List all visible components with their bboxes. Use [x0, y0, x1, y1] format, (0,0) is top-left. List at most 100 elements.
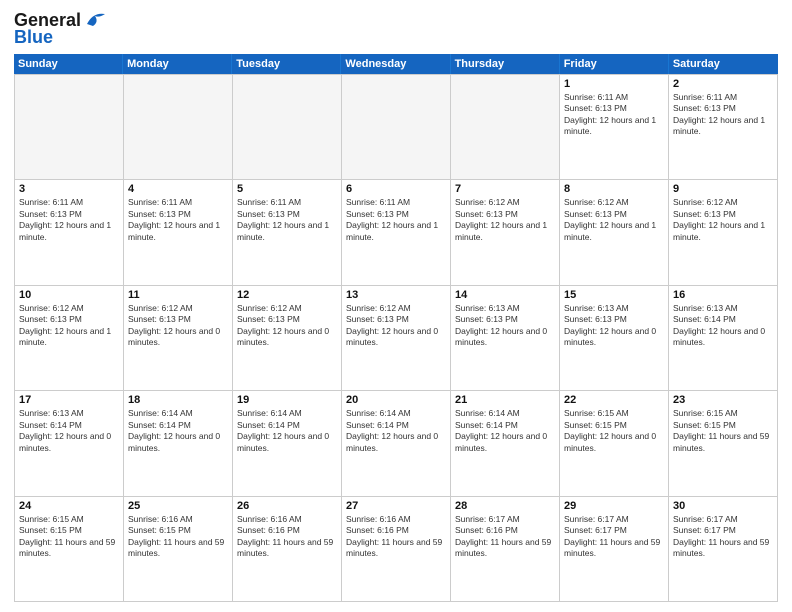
day-info: Sunrise: 6:16 AM Sunset: 6:16 PM Dayligh…: [237, 514, 337, 560]
calendar-cell: 23Sunrise: 6:15 AM Sunset: 6:15 PM Dayli…: [669, 391, 778, 496]
day-number: 13: [346, 289, 446, 301]
day-number: 17: [19, 394, 119, 406]
calendar-cell: [233, 75, 342, 180]
calendar-cell: 26 Sunrise: 6:16 AM Sunset: 6:16 PM Dayli…: [233, 497, 342, 602]
day-info: Sunrise: 6:12 AM Sunset: 6:13 PM Dayligh…: [237, 303, 337, 349]
day-info: Sunrise: 6:15 AM Sunset: 6:15 PM Dayligh…: [673, 408, 773, 454]
day-info: Sunrise: 6:11 AM Sunset: 6:13 PM Dayligh…: [564, 92, 664, 138]
day-info: Sunrise: 6:14 AM Sunset: 6:14 PM Dayligh…: [346, 408, 446, 454]
day-info: Sunrise: 6:16 AM Sunset: 6:16 PM Dayligh…: [346, 514, 446, 560]
calendar-cell: 12 Sunrise: 6:12 AM Sunset: 6:13 PM Dayli…: [233, 286, 342, 391]
logo: General Blue: [14, 10, 107, 48]
calendar-cell: 20 Sunrise: 6:14 AM Sunset: 6:14 PM Dayli…: [342, 391, 451, 496]
day-number: 14: [455, 289, 555, 301]
day-number: 22: [564, 394, 664, 406]
logo-blue: Blue: [14, 27, 53, 48]
day-number: 30: [673, 500, 773, 512]
day-number: 16: [673, 289, 773, 301]
calendar-cell: 25 Sunrise: 6:16 AM Sunset: 6:15 PM Dayli…: [124, 497, 233, 602]
day-number: 5: [237, 183, 337, 195]
calendar-cell: 9 Sunrise: 6:12 AM Sunset: 6:13 PM Daylig…: [669, 180, 778, 285]
day-number: 21: [455, 394, 555, 406]
day-number: 6: [346, 183, 446, 195]
calendar-cell: 8 Sunrise: 6:12 AM Sunset: 6:13 PM Daylig…: [560, 180, 669, 285]
day-number: 27: [346, 500, 446, 512]
day-info: Sunrise: 6:14 AM Sunset: 6:14 PM Dayligh…: [128, 408, 228, 454]
day-info: Sunrise: 6:11 AM Sunset: 6:13 PM Dayligh…: [673, 92, 773, 138]
calendar-body: 1 Sunrise: 6:11 AM Sunset: 6:13 PM Daylig…: [14, 74, 778, 602]
day-info: Sunrise: 6:11 AM Sunset: 6:13 PM Dayligh…: [237, 197, 337, 243]
day-info: Sunrise: 6:13 AM Sunset: 6:14 PM Dayligh…: [673, 303, 773, 349]
day-info: Sunrise: 6:14 AM Sunset: 6:14 PM Dayligh…: [455, 408, 555, 454]
day-info: Sunrise: 6:12 AM Sunset: 6:13 PM Dayligh…: [673, 197, 773, 243]
day-number: 25: [128, 500, 228, 512]
day-number: 8: [564, 183, 664, 195]
day-number: 12: [237, 289, 337, 301]
header-day-thursday: Thursday: [451, 54, 560, 74]
day-info: Sunrise: 6:17 AM Sunset: 6:17 PM Dayligh…: [564, 514, 664, 560]
calendar-cell: 24 Sunrise: 6:15 AM Sunset: 6:15 PM Dayli…: [15, 497, 124, 602]
day-number: 11: [128, 289, 228, 301]
day-number: 26: [237, 500, 337, 512]
day-info: Sunrise: 6:13 AM Sunset: 6:13 PM Dayligh…: [564, 303, 664, 349]
header-day-wednesday: Wednesday: [341, 54, 450, 74]
day-info: Sunrise: 6:14 AM Sunset: 6:14 PM Dayligh…: [237, 408, 337, 454]
calendar-cell: 28Sunrise: 6:17 AM Sunset: 6:16 PM Dayli…: [451, 497, 560, 602]
calendar-cell: 1 Sunrise: 6:11 AM Sunset: 6:13 PM Daylig…: [560, 75, 669, 180]
calendar-cell: [124, 75, 233, 180]
day-info: Sunrise: 6:12 AM Sunset: 6:13 PM Dayligh…: [455, 197, 555, 243]
calendar-cell: 5 Sunrise: 6:11 AM Sunset: 6:13 PM Daylig…: [233, 180, 342, 285]
calendar-cell: 19 Sunrise: 6:14 AM Sunset: 6:14 PM Dayli…: [233, 391, 342, 496]
logo-bird-icon: [85, 10, 107, 28]
header-day-monday: Monday: [123, 54, 232, 74]
day-info: Sunrise: 6:17 AM Sunset: 6:17 PM Dayligh…: [673, 514, 773, 560]
page: General Blue SundayMondayTuesdayWednesda…: [0, 0, 792, 612]
calendar-cell: 18 Sunrise: 6:14 AM Sunset: 6:14 PM Dayli…: [124, 391, 233, 496]
calendar-cell: 21 Sunrise: 6:14 AM Sunset: 6:14 PM Dayli…: [451, 391, 560, 496]
calendar-cell: 11 Sunrise: 6:12 AM Sunset: 6:13 PM Dayli…: [124, 286, 233, 391]
day-number: 19: [237, 394, 337, 406]
calendar-cell: 29Sunrise: 6:17 AM Sunset: 6:17 PM Dayli…: [560, 497, 669, 602]
calendar-cell: 17 Sunrise: 6:13 AM Sunset: 6:14 PM Dayli…: [15, 391, 124, 496]
day-number: 28: [455, 500, 555, 512]
day-info: Sunrise: 6:11 AM Sunset: 6:13 PM Dayligh…: [128, 197, 228, 243]
day-number: 20: [346, 394, 446, 406]
calendar-cell: 14 Sunrise: 6:13 AM Sunset: 6:13 PM Dayli…: [451, 286, 560, 391]
day-info: Sunrise: 6:11 AM Sunset: 6:13 PM Dayligh…: [346, 197, 446, 243]
header-day-saturday: Saturday: [669, 54, 778, 74]
day-info: Sunrise: 6:12 AM Sunset: 6:13 PM Dayligh…: [19, 303, 119, 349]
calendar-cell: [15, 75, 124, 180]
calendar-cell: 30 Sunrise: 6:17 AM Sunset: 6:17 PM Dayli…: [669, 497, 778, 602]
calendar-cell: [342, 75, 451, 180]
calendar-cell: 2 Sunrise: 6:11 AM Sunset: 6:13 PM Daylig…: [669, 75, 778, 180]
day-number: 24: [19, 500, 119, 512]
day-number: 9: [673, 183, 773, 195]
header-day-tuesday: Tuesday: [232, 54, 341, 74]
header-day-sunday: Sunday: [14, 54, 123, 74]
calendar-cell: 13 Sunrise: 6:12 AM Sunset: 6:13 PM Dayli…: [342, 286, 451, 391]
calendar-cell: 7Sunrise: 6:12 AM Sunset: 6:13 PM Daylig…: [451, 180, 560, 285]
day-info: Sunrise: 6:13 AM Sunset: 6:13 PM Dayligh…: [455, 303, 555, 349]
day-info: Sunrise: 6:12 AM Sunset: 6:13 PM Dayligh…: [128, 303, 228, 349]
calendar-cell: 15 Sunrise: 6:13 AM Sunset: 6:13 PM Dayli…: [560, 286, 669, 391]
day-number: 10: [19, 289, 119, 301]
calendar-header: SundayMondayTuesdayWednesdayThursdayFrid…: [14, 54, 778, 74]
day-number: 1: [564, 78, 664, 90]
day-info: Sunrise: 6:13 AM Sunset: 6:14 PM Dayligh…: [19, 408, 119, 454]
day-number: 15: [564, 289, 664, 301]
day-info: Sunrise: 6:15 AM Sunset: 6:15 PM Dayligh…: [564, 408, 664, 454]
calendar-cell: 10 Sunrise: 6:12 AM Sunset: 6:13 PM Dayli…: [15, 286, 124, 391]
header: General Blue: [14, 10, 778, 48]
calendar: SundayMondayTuesdayWednesdayThursdayFrid…: [14, 54, 778, 602]
calendar-cell: 3Sunrise: 6:11 AM Sunset: 6:13 PM Daylig…: [15, 180, 124, 285]
day-info: Sunrise: 6:12 AM Sunset: 6:13 PM Dayligh…: [564, 197, 664, 243]
day-number: 2: [673, 78, 773, 90]
day-info: Sunrise: 6:15 AM Sunset: 6:15 PM Dayligh…: [19, 514, 119, 560]
calendar-cell: 6 Sunrise: 6:11 AM Sunset: 6:13 PM Daylig…: [342, 180, 451, 285]
day-info: Sunrise: 6:11 AM Sunset: 6:13 PM Dayligh…: [19, 197, 119, 243]
calendar-cell: [451, 75, 560, 180]
day-info: Sunrise: 6:12 AM Sunset: 6:13 PM Dayligh…: [346, 303, 446, 349]
day-number: 18: [128, 394, 228, 406]
day-number: 4: [128, 183, 228, 195]
day-info: Sunrise: 6:16 AM Sunset: 6:15 PM Dayligh…: [128, 514, 228, 560]
